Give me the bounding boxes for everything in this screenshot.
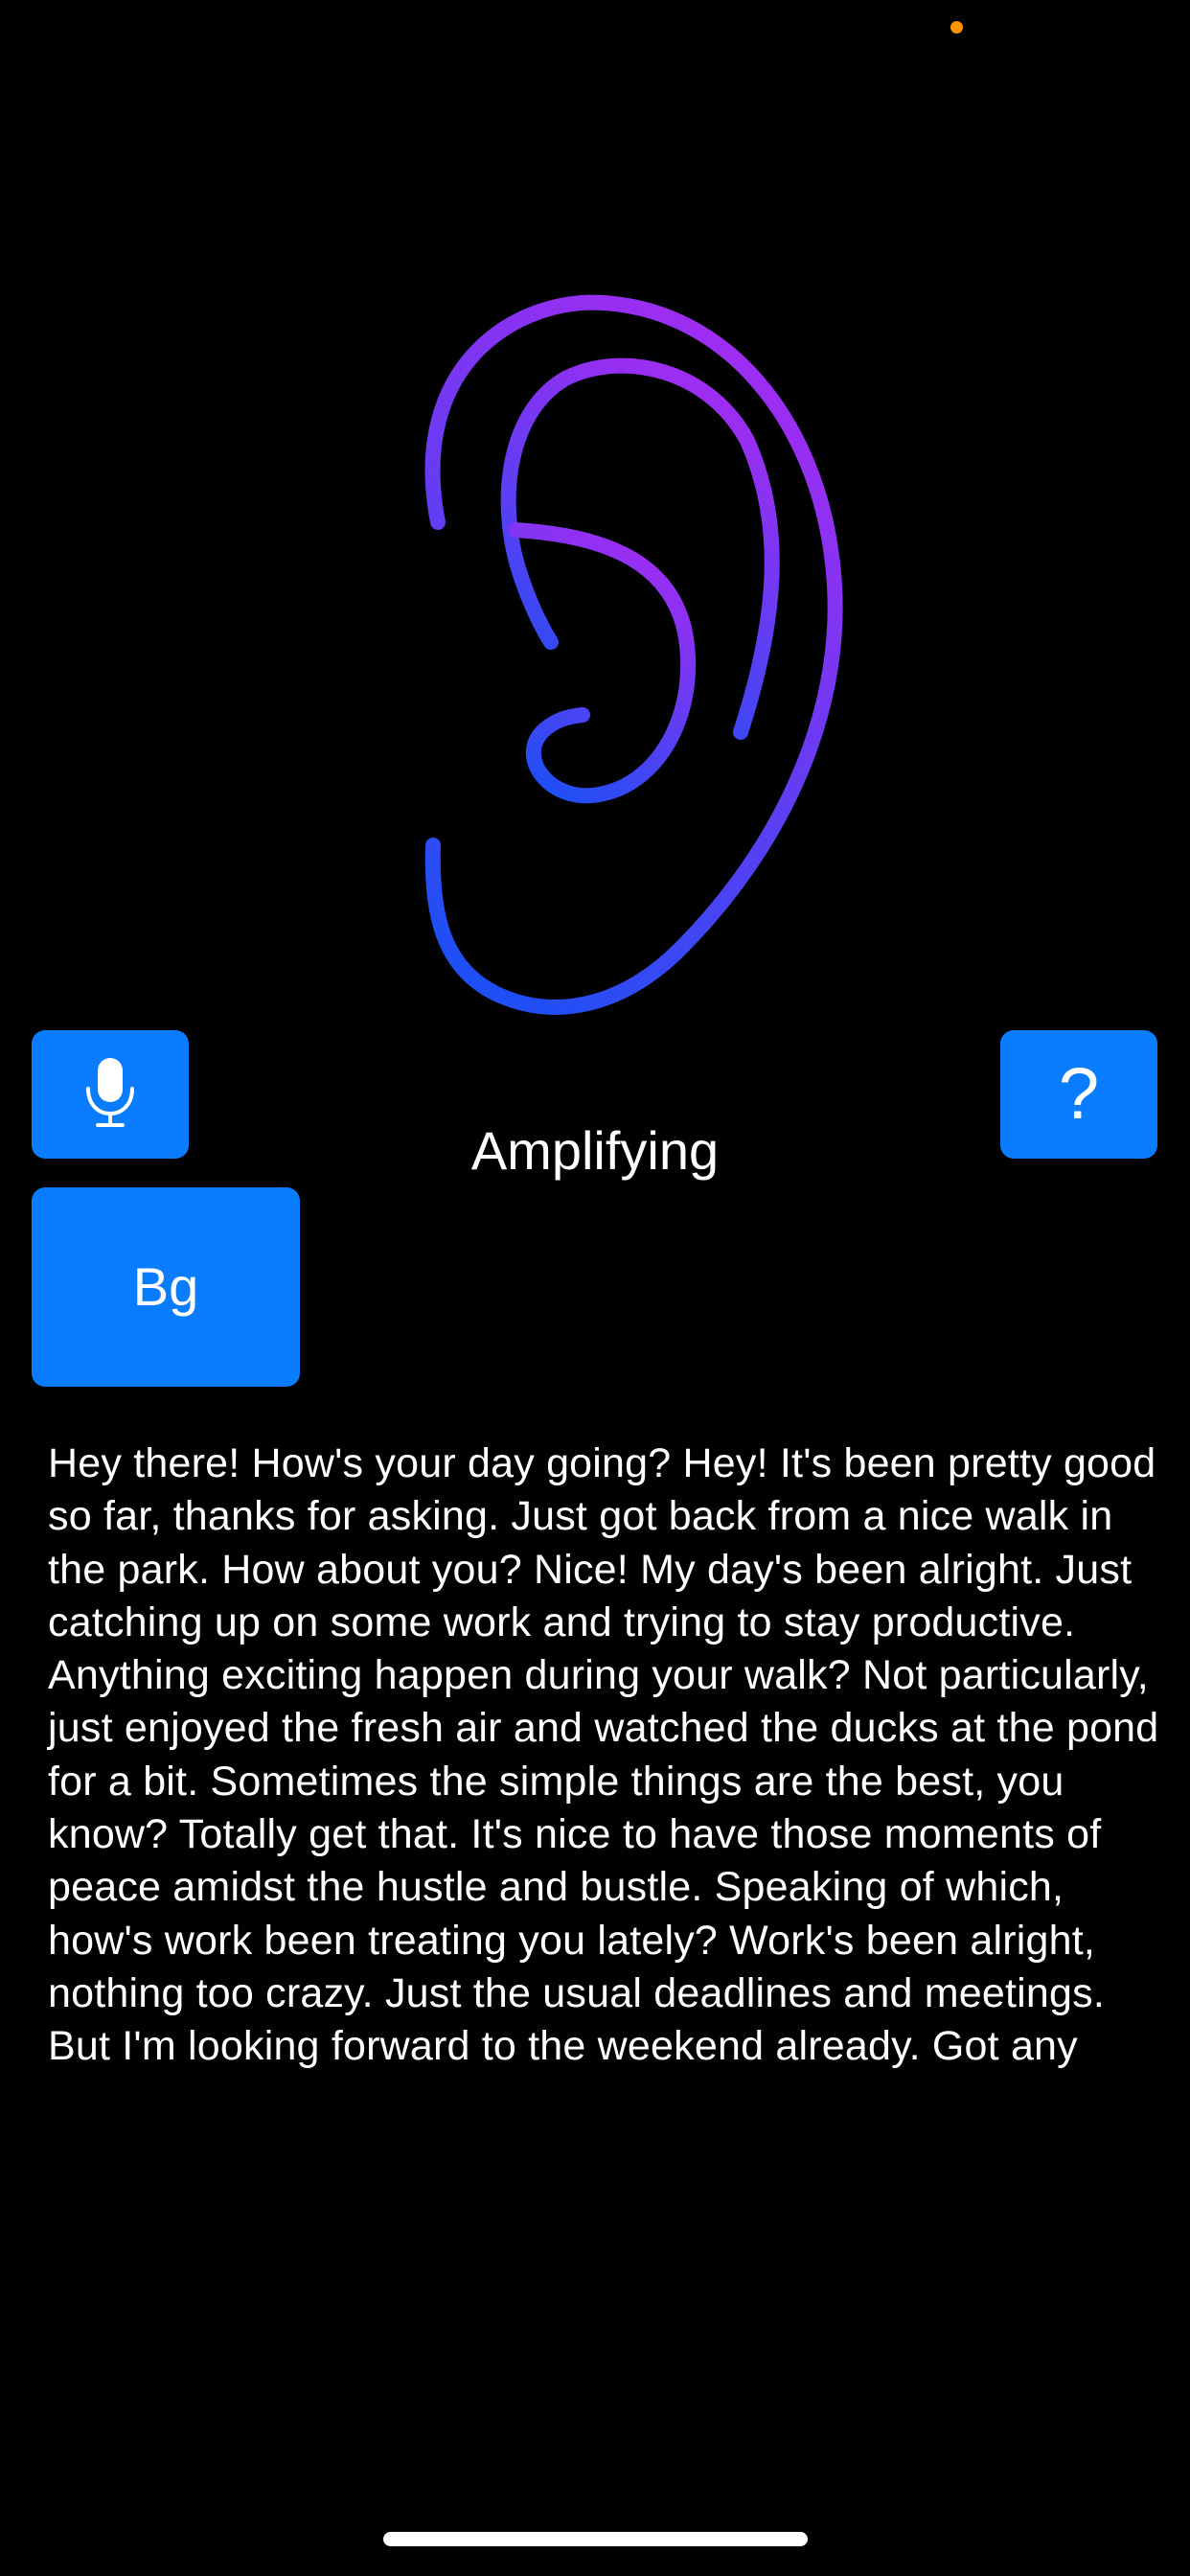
background-mode-label: Bg bbox=[132, 1256, 199, 1317]
privacy-indicator-dot bbox=[950, 21, 963, 34]
ear-icon bbox=[364, 278, 862, 1025]
home-indicator[interactable] bbox=[383, 2532, 808, 2546]
transcript-text: Hey there! How's your day going? Hey! It… bbox=[48, 1440, 1159, 2070]
status-label: Amplifying bbox=[470, 1120, 720, 1181]
background-mode-button[interactable]: Bg bbox=[32, 1187, 300, 1387]
